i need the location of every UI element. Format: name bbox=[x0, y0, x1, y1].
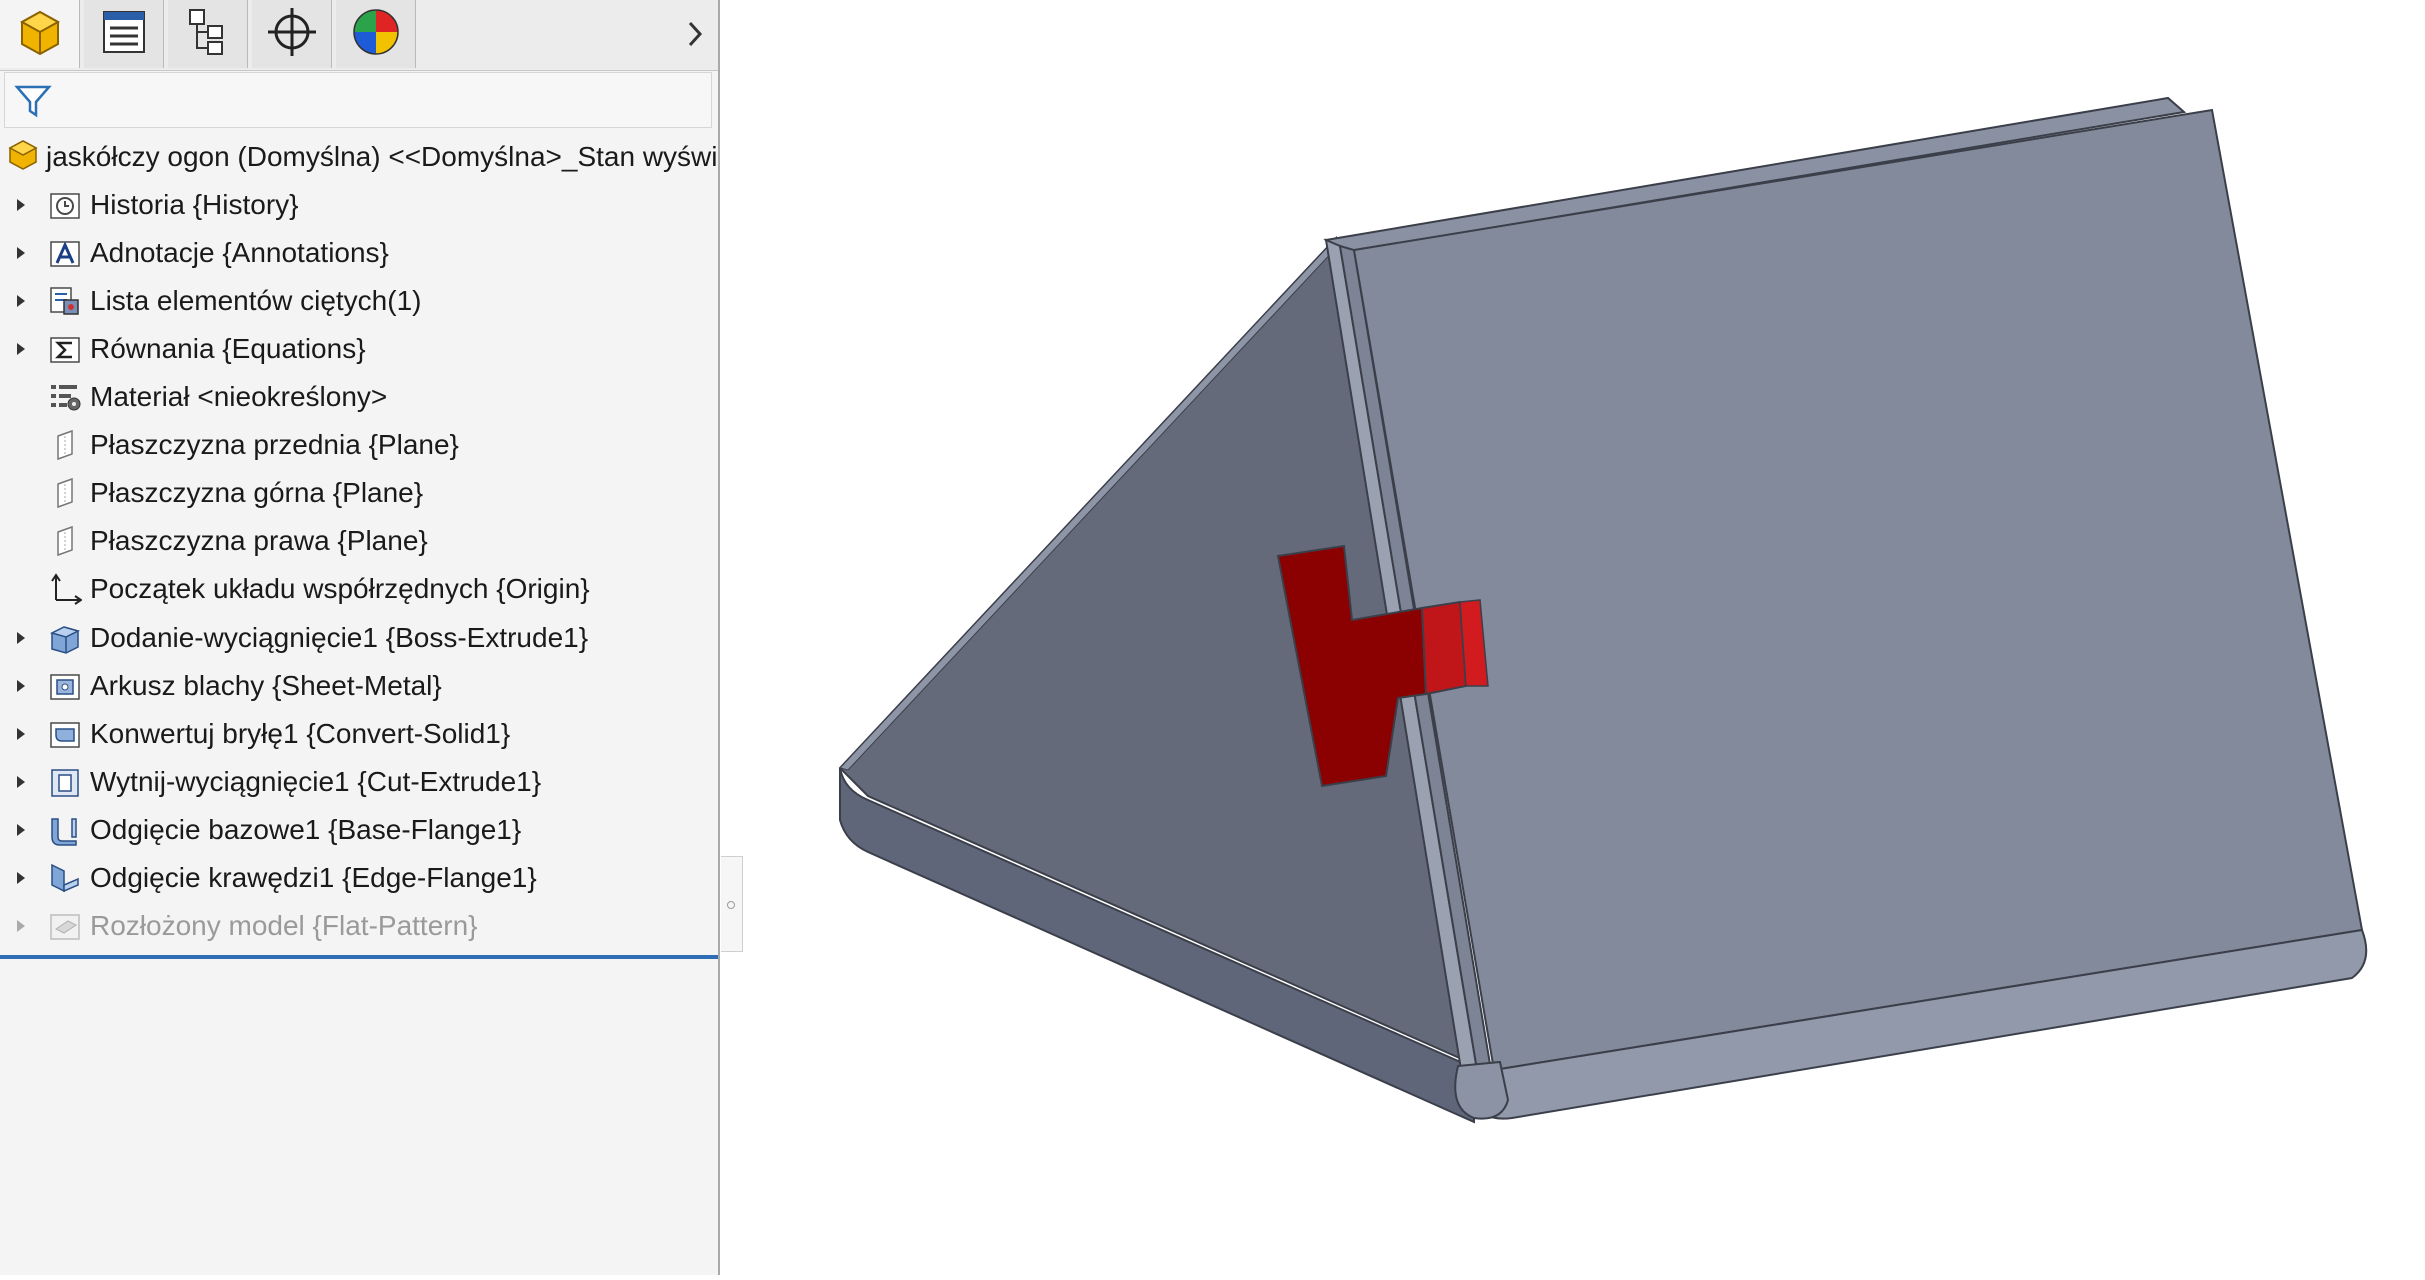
annotations-folder-icon bbox=[46, 234, 84, 272]
tab-feature-manager[interactable] bbox=[0, 0, 80, 68]
tree-item[interactable]: Płaszczyzna górna {Plane} bbox=[0, 470, 718, 516]
right-panel-face bbox=[1352, 108, 2364, 1072]
tab-configuration-manager[interactable] bbox=[168, 0, 248, 68]
edge-flange-icon bbox=[46, 859, 84, 897]
cut-extrude-icon bbox=[46, 763, 84, 801]
part-root-icon bbox=[6, 138, 40, 177]
plane-icon bbox=[46, 522, 84, 560]
tree-item-label: Rozłożony model {Flat-Pattern} bbox=[90, 910, 478, 941]
filter-funnel-icon bbox=[13, 81, 53, 126]
equations-folder-icon bbox=[46, 330, 84, 368]
expand-caret-icon[interactable] bbox=[14, 727, 28, 741]
expand-caret-icon[interactable] bbox=[14, 342, 28, 356]
crosshair-icon bbox=[264, 4, 320, 65]
tree-root-part[interactable]: jaskółczy ogon (Domyślna) <<Domyślna>_St… bbox=[6, 134, 718, 180]
tree-item[interactable]: Arkusz blachy {Sheet-Metal} bbox=[0, 663, 718, 709]
expand-caret-icon[interactable] bbox=[14, 823, 28, 837]
convert-solid-icon bbox=[46, 715, 84, 753]
graphics-viewport[interactable] bbox=[722, 0, 2425, 1275]
tree-item-label: Dodanie-wyciągnięcie1 {Boss-Extrude1} bbox=[90, 622, 589, 653]
tree-item-label: Odgięcie bazowe1 {Base-Flange1} bbox=[90, 814, 522, 845]
tree-item-label: Początek układu współrzędnych {Origin} bbox=[90, 573, 590, 604]
tree-filter[interactable] bbox=[4, 72, 712, 128]
tree-item[interactable]: Dodanie-wyciągnięcie1 {Boss-Extrude1} bbox=[0, 615, 718, 661]
hinge-curl bbox=[1454, 1060, 1510, 1120]
sheet-metal-model-view bbox=[838, 96, 2368, 1124]
tree-item[interactable]: Materiał <nieokreślony> bbox=[0, 374, 718, 420]
tree-item[interactable]: Konwertuj bryłę1 {Convert-Solid1} bbox=[0, 711, 718, 757]
expand-caret-icon[interactable] bbox=[14, 871, 28, 885]
tree-item[interactable]: Adnotacje {Annotations} bbox=[0, 230, 718, 276]
tree-item[interactable]: Płaszczyzna przednia {Plane} bbox=[0, 422, 718, 468]
tree-item-label: Płaszczyzna przednia {Plane} bbox=[90, 429, 459, 460]
base-flange-icon bbox=[46, 811, 84, 849]
flat-pattern-icon bbox=[46, 907, 84, 945]
tree-item-label: Odgięcie krawędzi1 {Edge-Flange1} bbox=[90, 862, 537, 893]
expand-caret-icon[interactable] bbox=[14, 679, 28, 693]
tree-item[interactable]: Rozłożony model {Flat-Pattern} bbox=[0, 903, 718, 949]
tree-item-label: Arkusz blachy {Sheet-Metal} bbox=[90, 670, 442, 701]
sheet-metal-icon bbox=[46, 667, 84, 705]
tab-dimxpert-manager[interactable] bbox=[252, 0, 332, 68]
material-icon bbox=[46, 378, 84, 416]
tree-item[interactable]: Płaszczyzna prawa {Plane} bbox=[0, 518, 718, 564]
tree-item-label: Konwertuj bryłę1 {Convert-Solid1} bbox=[90, 718, 511, 749]
tree-item-label: Płaszczyzna prawa {Plane} bbox=[90, 525, 428, 556]
rollback-bar[interactable] bbox=[0, 955, 718, 959]
cut-list-icon bbox=[46, 282, 84, 320]
origin-icon bbox=[46, 570, 84, 608]
part-cube-icon bbox=[12, 4, 68, 65]
history-folder-icon bbox=[46, 186, 84, 224]
tree-item[interactable]: Wytnij-wyciągnięcie1 {Cut-Extrude1} bbox=[0, 759, 718, 805]
tree-item-label: Historia {History} bbox=[90, 189, 299, 220]
property-list-icon bbox=[96, 4, 152, 65]
expand-caret-icon[interactable] bbox=[14, 775, 28, 789]
tree-item[interactable]: Początek układu współrzędnych {Origin} bbox=[0, 566, 718, 612]
tree-item[interactable]: Odgięcie krawędzi1 {Edge-Flange1} bbox=[0, 855, 718, 901]
manager-tab-bar bbox=[0, 0, 718, 71]
tree-root-label: jaskółczy ogon (Domyślna) <<Domyślna>_St… bbox=[46, 141, 718, 172]
appearance-sphere-icon bbox=[348, 4, 404, 65]
expand-tabs-chevron-icon[interactable] bbox=[680, 14, 710, 54]
tab-display-manager[interactable] bbox=[336, 0, 416, 68]
expand-caret-icon[interactable] bbox=[14, 631, 28, 645]
tab-property-manager[interactable] bbox=[84, 0, 164, 68]
tree-item-label: Lista elementów ciętych(1) bbox=[90, 285, 422, 316]
expand-caret-icon[interactable] bbox=[14, 198, 28, 212]
tree-item-label: Równania {Equations} bbox=[90, 333, 366, 364]
configuration-tree-icon bbox=[180, 4, 236, 65]
expand-caret-icon[interactable] bbox=[14, 246, 28, 260]
tree-item[interactable]: Lista elementów ciętych(1) bbox=[0, 278, 718, 324]
tree-item-label: Płaszczyzna górna {Plane} bbox=[90, 477, 424, 508]
expand-caret-icon[interactable] bbox=[14, 294, 28, 308]
tree-item-label: Materiał <nieokreślony> bbox=[90, 381, 388, 412]
expand-caret-icon[interactable] bbox=[14, 919, 28, 933]
tree-item-label: Adnotacje {Annotations} bbox=[90, 237, 389, 268]
plane-icon bbox=[46, 474, 84, 512]
tree-item[interactable]: Historia {History} bbox=[0, 182, 718, 228]
tree-item[interactable]: Równania {Equations} bbox=[0, 326, 718, 372]
boss-extrude-icon bbox=[46, 619, 84, 657]
tree-item-label: Wytnij-wyciągnięcie1 {Cut-Extrude1} bbox=[90, 766, 542, 797]
plane-icon bbox=[46, 426, 84, 464]
tree-item[interactable]: Odgięcie bazowe1 {Base-Flange1} bbox=[0, 807, 718, 853]
feature-manager-panel: jaskółczy ogon (Domyślna) <<Domyślna>_St… bbox=[0, 0, 720, 1275]
